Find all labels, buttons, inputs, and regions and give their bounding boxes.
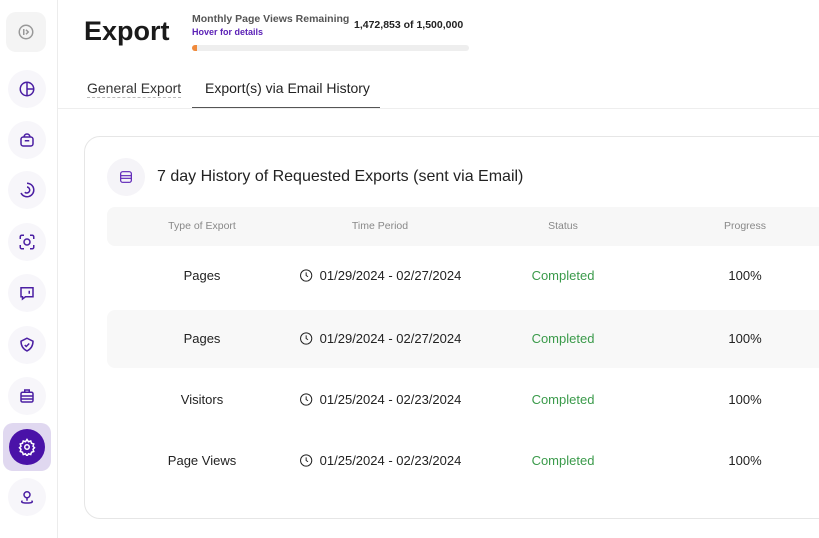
card-title: 7 day History of Requested Exports (sent… xyxy=(157,168,523,186)
heatmap-icon xyxy=(18,181,36,199)
column-header-progress: Progress xyxy=(724,220,766,232)
settings-icon xyxy=(18,438,36,456)
sidebar-item-feedback[interactable] xyxy=(8,274,46,312)
sidebar-item-settings[interactable] xyxy=(3,423,51,471)
quota-value: 1,472,853 of 1,500,000 xyxy=(354,19,463,31)
list-icon xyxy=(118,169,134,185)
time-period: 01/25/2024 - 02/23/2024 xyxy=(299,392,462,407)
sidebar-item-heatmaps[interactable] xyxy=(8,171,46,209)
quota-details-link[interactable]: Hover for details xyxy=(192,27,263,37)
progress-value: 100% xyxy=(728,331,761,346)
quota-progress-fill xyxy=(192,45,197,51)
feedback-icon xyxy=(18,284,36,302)
sidebar-item-ecommerce[interactable] xyxy=(8,121,46,159)
table-row: Pages 01/29/2024 - 02/27/2024 Completed … xyxy=(107,247,819,305)
shield-check-icon xyxy=(18,336,36,354)
table-row: Pages 01/29/2024 - 02/27/2024 Completed … xyxy=(107,310,819,368)
focus-icon xyxy=(18,233,36,251)
time-period: 01/29/2024 - 02/27/2024 xyxy=(299,331,462,346)
status-badge: Completed xyxy=(532,331,595,346)
column-header-status: Status xyxy=(548,220,578,232)
quota-progress-bar xyxy=(192,45,469,51)
time-period-text: 01/25/2024 - 02/23/2024 xyxy=(320,392,462,407)
sidebar-item-security[interactable] xyxy=(8,326,46,364)
dashboard-icon xyxy=(18,80,36,98)
time-period: 01/29/2024 - 02/27/2024 xyxy=(299,268,462,283)
shopping-bag-icon xyxy=(18,131,36,149)
sidebar-item-tools[interactable] xyxy=(8,377,46,415)
tab-general-export[interactable]: General Export xyxy=(87,80,181,98)
time-period-text: 01/29/2024 - 02/27/2024 xyxy=(320,268,462,283)
column-header-time: Time Period xyxy=(352,220,408,232)
expand-icon xyxy=(17,23,35,41)
clock-icon xyxy=(299,392,314,407)
export-type: Pages xyxy=(184,331,221,346)
clock-icon xyxy=(299,331,314,346)
briefcase-icon xyxy=(18,387,36,405)
sidebar-item-location[interactable] xyxy=(8,478,46,516)
sidebar-item-dashboard[interactable] xyxy=(8,70,46,108)
clock-icon xyxy=(299,268,314,283)
export-type: Pages xyxy=(184,268,221,283)
column-header-type: Type of Export xyxy=(168,220,236,232)
time-period-text: 01/29/2024 - 02/27/2024 xyxy=(320,331,462,346)
status-badge: Completed xyxy=(532,453,595,468)
tab-bar: General Export Export(s) via Email Histo… xyxy=(58,72,819,109)
card-icon xyxy=(107,158,145,196)
table-row: Page Views 01/25/2024 - 02/23/2024 Compl… xyxy=(107,432,819,490)
progress-value: 100% xyxy=(728,268,761,283)
table-header: Type of Export Time Period Status Progre… xyxy=(107,207,819,246)
clock-icon xyxy=(299,453,314,468)
quota-label: Monthly Page Views Remaining xyxy=(192,13,349,25)
export-type: Visitors xyxy=(181,392,223,407)
table-row: Visitors 01/25/2024 - 02/23/2024 Complet… xyxy=(107,371,819,429)
status-badge: Completed xyxy=(532,392,595,407)
sidebar xyxy=(0,0,58,538)
time-period: 01/25/2024 - 02/23/2024 xyxy=(299,453,462,468)
export-history-card: 7 day History of Requested Exports (sent… xyxy=(84,136,819,519)
progress-value: 100% xyxy=(728,392,761,407)
progress-value: 100% xyxy=(728,453,761,468)
sidebar-item-recordings[interactable] xyxy=(8,223,46,261)
sidebar-expand-button[interactable] xyxy=(6,12,46,52)
time-period-text: 01/25/2024 - 02/23/2024 xyxy=(320,453,462,468)
status-badge: Completed xyxy=(532,268,595,283)
export-type: Page Views xyxy=(168,453,236,468)
tab-email-history[interactable]: Export(s) via Email History xyxy=(192,80,380,108)
location-icon xyxy=(18,488,36,506)
page-title: Export xyxy=(84,16,170,47)
